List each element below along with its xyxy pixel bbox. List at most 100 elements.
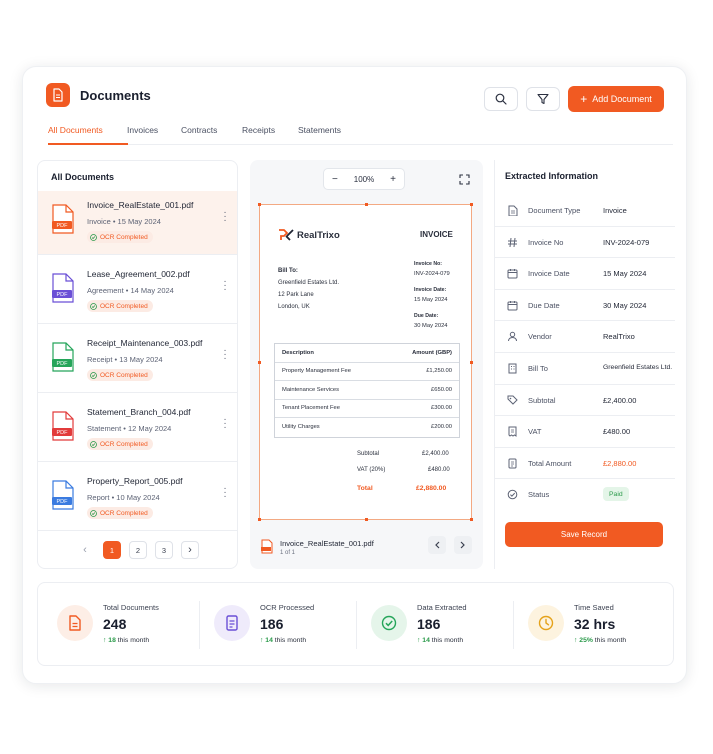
info-value[interactable]: £2,880.00: [603, 459, 636, 468]
info-label: Total Amount: [528, 458, 572, 468]
viewer-prev-button[interactable]: [428, 536, 446, 554]
file-meta: Agreement • 14 May 2024: [87, 286, 174, 295]
info-label: Bill To: [528, 364, 548, 373]
page-2-button[interactable]: 2: [129, 541, 147, 559]
search-button[interactable]: [484, 87, 518, 111]
info-value[interactable]: 30 May 2024: [603, 301, 646, 310]
tab-statements[interactable]: Statements: [298, 125, 341, 135]
active-tab-indicator: [48, 143, 128, 145]
zoom-in-button[interactable]: +: [390, 174, 396, 185]
stat-label: OCR Processed: [260, 603, 315, 612]
list-item[interactable]: PDF Statement_Branch_004.pdf Statement • 1…: [38, 398, 237, 462]
invoice-table: Description Amount (GBP) Property Manage…: [274, 343, 460, 438]
tab-receipts[interactable]: Receipts: [242, 125, 275, 135]
invoice-date: 15 May 2024: [414, 297, 448, 303]
row-amount: £1,250.00: [426, 368, 452, 375]
tab-bar: All Documents Invoices Contracts Receipt…: [48, 120, 673, 145]
table-row: Maintenance Services £650.00: [275, 381, 459, 400]
check-circle-icon: [90, 233, 97, 241]
search-icon: [495, 93, 507, 105]
more-options-button[interactable]: · · ·: [222, 346, 228, 364]
list-item[interactable]: PDF Receipt_Maintenance_003.pdf Receipt • …: [38, 329, 237, 393]
invoice-brand: RealTrixo: [297, 230, 340, 241]
table-row: Utility Charges £200.00: [275, 418, 459, 437]
list-item[interactable]: PDF Invoice_RealEstate_001.pdf Invoice • 1…: [38, 191, 237, 255]
table-header-row: Description Amount (GBP): [275, 344, 459, 363]
divider: [356, 601, 357, 649]
due-date-label: Due Date:: [414, 313, 439, 319]
row-amount: £200.00: [431, 424, 452, 431]
stat-icon-circle: [528, 605, 564, 641]
stat-total-documents: Total Documents 248 ↑ 18 this month: [38, 583, 195, 667]
stat-delta-value: 25%: [579, 637, 593, 644]
pdf-file-icon: PDF: [52, 411, 74, 441]
bill-to-line: Greenfield Estates Ltd.: [278, 280, 340, 286]
info-value[interactable]: INV-2024-079: [603, 238, 649, 247]
chevron-left-icon: [435, 541, 440, 549]
resize-handle[interactable]: [258, 203, 261, 206]
more-options-button[interactable]: · · ·: [222, 415, 228, 433]
resize-handle[interactable]: [470, 518, 473, 521]
list-item[interactable]: PDF Lease_Agreement_002.pdf Agreement • 14…: [38, 260, 237, 324]
zoom-control: − 100% +: [323, 168, 405, 190]
resize-handle[interactable]: [258, 518, 261, 521]
stat-value: 186: [260, 616, 284, 632]
fullscreen-button[interactable]: [455, 170, 473, 188]
info-value[interactable]: 15 May 2024: [603, 269, 646, 278]
list-item[interactable]: PDF Property_Report_005.pdf Report • 10 Ma…: [38, 467, 237, 531]
filter-button[interactable]: [526, 87, 560, 111]
info-value[interactable]: Invoice: [603, 206, 627, 215]
vat-value: £480.00: [428, 467, 450, 473]
page-1-button[interactable]: 1: [103, 541, 121, 559]
prev-page-button[interactable]: ‹: [76, 541, 94, 559]
chevron-right-icon: [460, 541, 465, 549]
stat-delta-value: 18: [108, 637, 116, 644]
clock-icon: [538, 615, 554, 631]
stats-bar: Total Documents 248 ↑ 18 this month OCR Pro…: [37, 582, 674, 666]
table-row: Property Management Fee £1,250.00: [275, 363, 459, 381]
building-icon: [508, 363, 517, 374]
more-options-button[interactable]: · · ·: [222, 277, 228, 295]
invoice-preview[interactable]: RealTrixo INVOICE Bill To: Greenfield Es…: [258, 203, 473, 521]
more-options-button[interactable]: · · ·: [222, 484, 228, 502]
zoom-out-button[interactable]: −: [332, 174, 338, 185]
stat-value: 248: [103, 616, 127, 632]
info-value[interactable]: £480.00: [603, 427, 630, 436]
divider: [199, 601, 200, 649]
add-document-button[interactable]: + Add Document: [568, 86, 664, 112]
resize-handle[interactable]: [470, 203, 473, 206]
next-page-button[interactable]: ›: [181, 541, 199, 559]
status-badge: Paid: [603, 487, 629, 502]
calendar-icon: [507, 269, 518, 279]
resize-handle[interactable]: [365, 203, 368, 206]
save-record-button[interactable]: Save Record: [505, 522, 663, 547]
stat-delta: ↑ 18 this month: [103, 637, 149, 644]
col-amount: Amount (GBP): [412, 349, 452, 356]
info-value[interactable]: £2,400.00: [603, 396, 636, 405]
info-value[interactable]: RealTrixo: [603, 332, 635, 341]
tab-invoices[interactable]: Invoices: [127, 125, 158, 135]
more-options-button[interactable]: · · ·: [222, 208, 228, 226]
tab-all-documents[interactable]: All Documents: [48, 125, 103, 135]
status-badge: OCR Completed: [87, 369, 153, 381]
invoice-no-label: Invoice No:: [414, 261, 442, 267]
resize-handle[interactable]: [365, 518, 368, 521]
viewer-next-button[interactable]: [454, 536, 472, 554]
subtotal-value: £2,400.00: [422, 451, 449, 457]
invoice-icon: [508, 458, 517, 469]
stat-label: Data Extracted: [417, 603, 467, 612]
stat-ocr-processed: OCR Processed 186 ↑ 14 this month: [195, 583, 352, 667]
invoice-date-label: Invoice Date:: [414, 287, 447, 293]
resize-handle[interactable]: [258, 361, 261, 364]
row-desc: Tenant Placement Fee: [282, 405, 341, 412]
status-text: OCR Completed: [100, 440, 148, 448]
tab-contracts[interactable]: Contracts: [181, 125, 217, 135]
stat-delta-suffix: this month: [117, 637, 150, 644]
resize-handle[interactable]: [470, 361, 473, 364]
file-meta: Receipt • 13 May 2024: [87, 355, 163, 364]
filter-icon: [537, 93, 549, 105]
file-name: Statement_Branch_004.pdf: [87, 407, 191, 417]
info-row-subtotal: Subtotal £2,400.00: [495, 385, 675, 417]
info-value[interactable]: Greenfield Estates Ltd.: [603, 364, 672, 371]
page-3-button[interactable]: 3: [155, 541, 173, 559]
